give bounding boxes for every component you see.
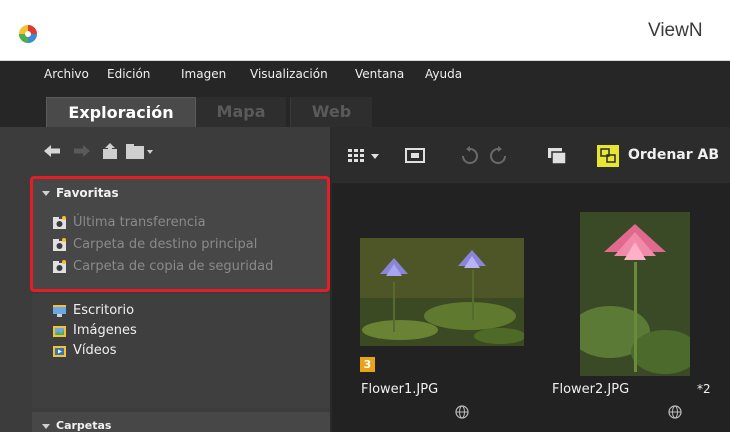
menu-archivo[interactable]: Archivo [44, 67, 89, 81]
rating-badge: 3 [360, 357, 375, 372]
collapse-triangle-icon[interactable] [42, 423, 50, 429]
rotate-right-icon[interactable] [488, 144, 508, 168]
menu-bar: Archivo Edición Imagen Visualización Ven… [0, 61, 730, 87]
place-item-escritorio[interactable]: Escritorio [52, 300, 134, 318]
menu-ventana[interactable]: Ventana [355, 67, 404, 81]
tab-bar: Exploración Mapa Web [0, 87, 730, 127]
folder-up-icon[interactable] [100, 141, 120, 161]
globe-icon[interactable] [455, 405, 469, 419]
grid-view-icon[interactable] [346, 144, 388, 168]
app-logo-icon [19, 25, 37, 43]
menu-imagen[interactable]: Imagen [181, 67, 226, 81]
desktop-icon [53, 305, 66, 317]
menu-ayuda[interactable]: Ayuda [425, 67, 462, 81]
stack-view-icon[interactable] [546, 144, 568, 168]
pictures-folder-icon [53, 326, 66, 337]
back-arrow-icon[interactable] [42, 143, 62, 159]
filename-flower2: Flower2.JPG [552, 382, 630, 397]
sort-label[interactable]: Ordenar AB [628, 147, 719, 163]
globe-icon[interactable] [668, 405, 682, 419]
menu-visualizacion[interactable]: Visualización [250, 67, 328, 81]
thumbnail-flower2[interactable] [580, 212, 690, 376]
forward-arrow-icon[interactable] [72, 143, 92, 159]
favorites-highlight-box [30, 176, 330, 292]
place-item-videos[interactable]: Vídeos [52, 340, 116, 358]
thumbnail-flower1[interactable] [360, 238, 524, 346]
fit-screen-icon[interactable] [404, 144, 426, 168]
compare-toggle-icon[interactable] [596, 144, 620, 168]
title-bar [0, 0, 730, 61]
tab-exploracion[interactable]: Exploración [46, 97, 196, 127]
videos-folder-icon [53, 346, 66, 357]
place-item-imagenes[interactable]: Imágenes [52, 320, 137, 338]
folder-favorites-icon[interactable] [124, 141, 156, 161]
navigation-toolbar [0, 127, 330, 177]
menu-edicion[interactable]: Edición [107, 67, 150, 81]
filename-flower1: Flower1.JPG [361, 382, 439, 397]
tab-web[interactable]: Web [290, 97, 372, 127]
count-badge: *2 [697, 382, 711, 396]
tab-mapa[interactable]: Mapa [196, 97, 286, 127]
window-title: ViewN [648, 20, 703, 41]
folders-header[interactable]: Carpetas [42, 419, 111, 432]
rotate-left-icon[interactable] [460, 144, 480, 168]
